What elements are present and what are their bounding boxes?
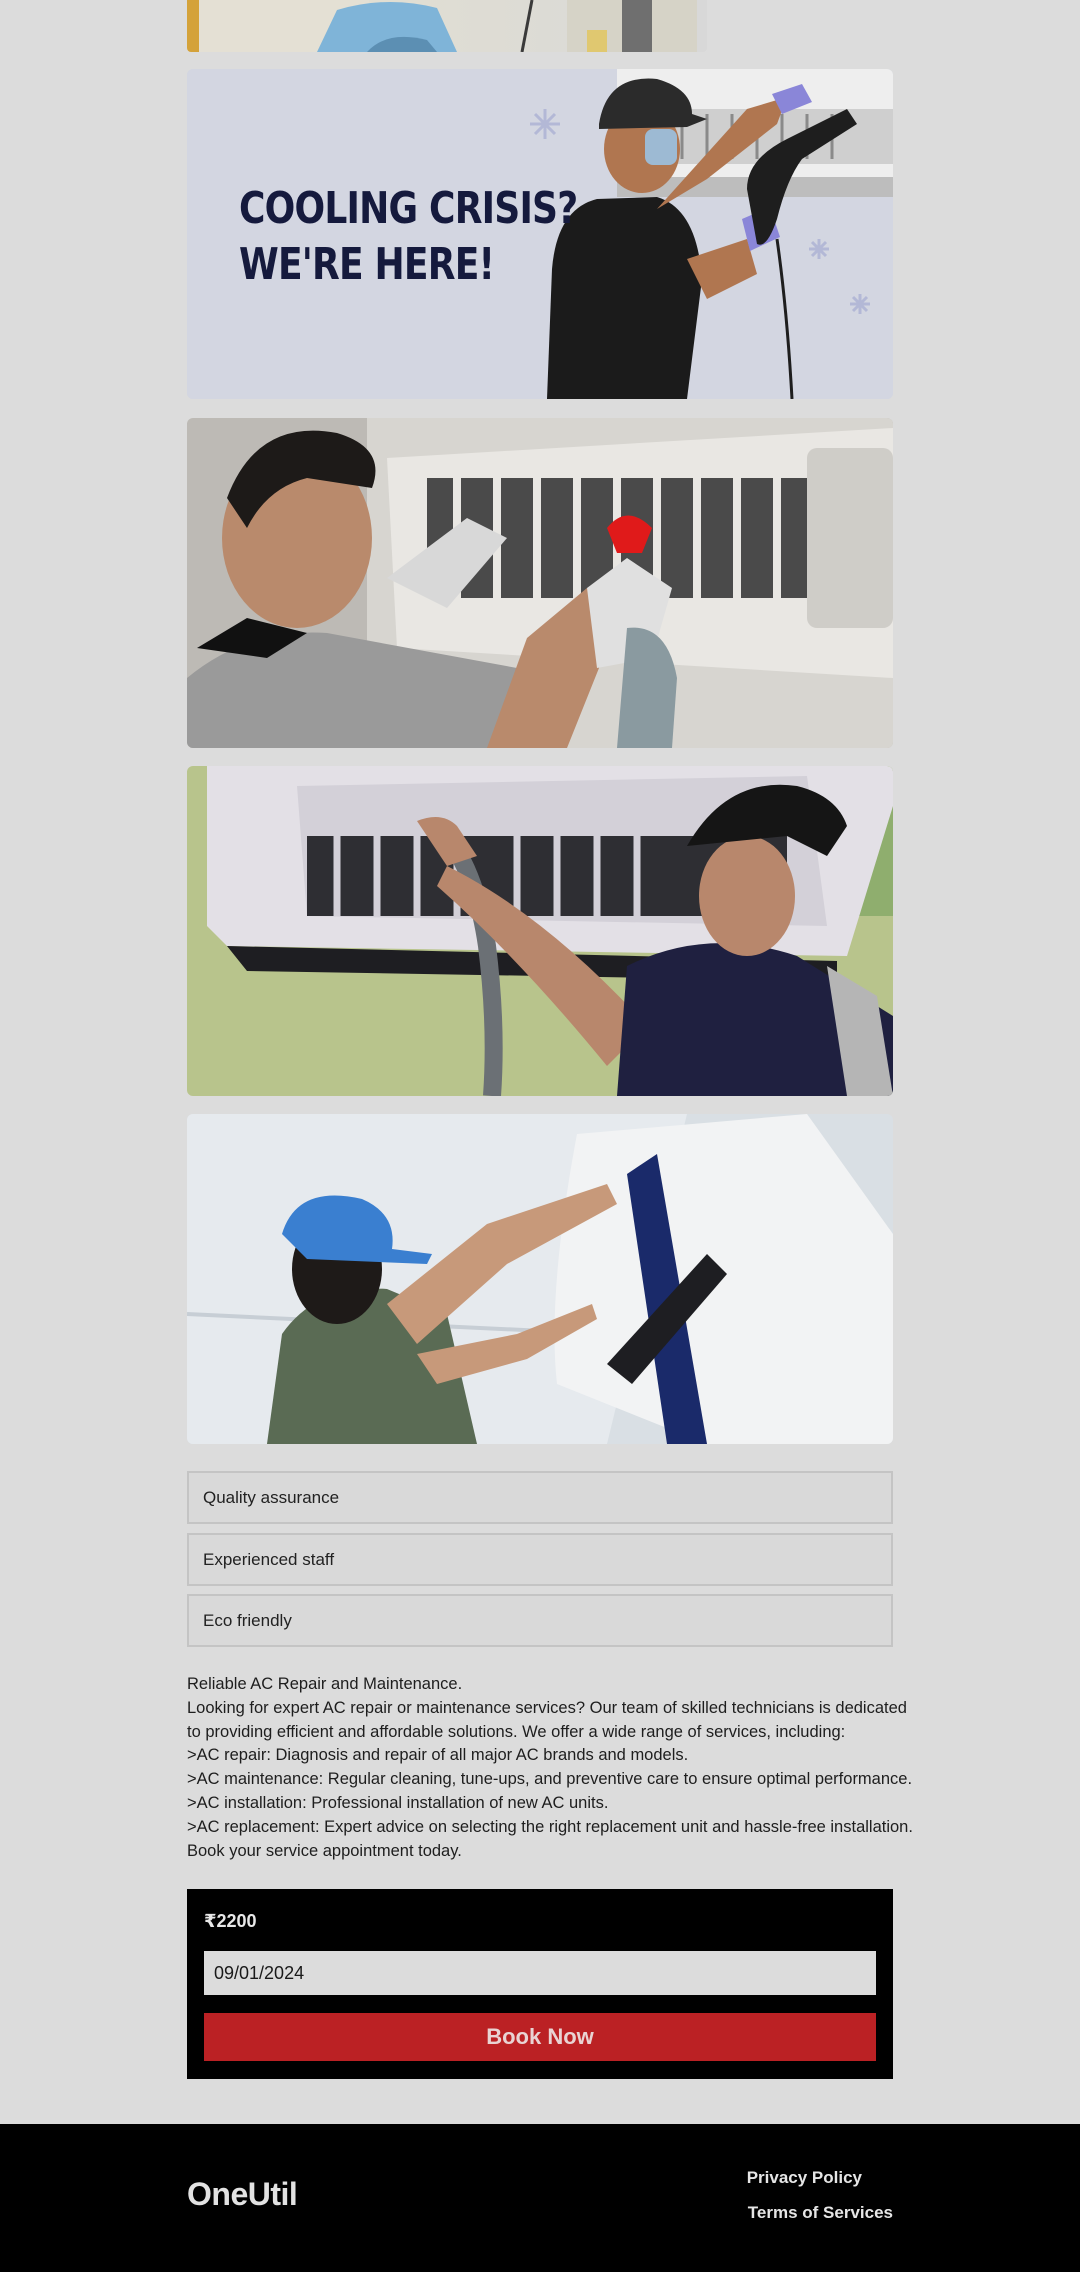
cooling-crisis-banner: COOLING CRISIS? WE'RE HERE! [187, 69, 893, 399]
description-line: Reliable AC Repair and Maintenance. [187, 1675, 463, 1693]
technician-cleaning-photo [187, 418, 893, 748]
description-line: >AC maintenance: Regular cleaning, tune-… [187, 1770, 913, 1789]
feature-label: Eco friendly [203, 1611, 292, 1630]
feature-experienced-staff: Experienced staff [187, 1533, 893, 1586]
service-description: Reliable AC Repair and Maintenance. Look… [187, 1673, 913, 1863]
description-line: Book your service appointment today. [187, 1841, 462, 1860]
feature-label: Quality assurance [203, 1488, 340, 1507]
site-footer: OneUtil Privacy Policy Terms of Services [0, 2124, 1080, 2272]
description-line: >AC replacement: Expert advice on select… [187, 1817, 913, 1836]
banner-line-2: WE'RE HERE! [239, 239, 495, 290]
banner-heading: COOLING CRISIS? WE'RE HERE! [239, 181, 578, 293]
description-line: Looking for expert AC repair or maintena… [187, 1698, 907, 1717]
technician-filter-photo [187, 1114, 893, 1444]
feature-eco-friendly: Eco friendly [187, 1594, 893, 1647]
description-line: >AC installation: Professional installat… [187, 1793, 609, 1812]
privacy-policy-link[interactable]: Privacy Policy [747, 2168, 862, 2188]
technician-photo-top [187, 0, 707, 52]
terms-of-services-link[interactable]: Terms of Services [748, 2203, 893, 2223]
book-now-button[interactable]: Book Now [204, 2013, 876, 2061]
booking-panel: ₹2200 Book Now [187, 1889, 893, 2079]
technician-vacuum-photo [187, 766, 893, 1096]
feature-label: Experienced staff [203, 1550, 335, 1569]
price-label: ₹2200 [204, 1911, 257, 1931]
description-line: >AC repair: Diagnosis and repair of all … [187, 1746, 689, 1765]
service-date-input[interactable] [204, 1951, 876, 1995]
description-line: to providing efficient and affordable so… [187, 1722, 846, 1741]
banner-line-1: COOLING CRISIS? [239, 183, 578, 234]
oneutil-logo[interactable]: OneUtil [187, 2176, 298, 2213]
feature-quality-assurance: Quality assurance [187, 1471, 893, 1524]
